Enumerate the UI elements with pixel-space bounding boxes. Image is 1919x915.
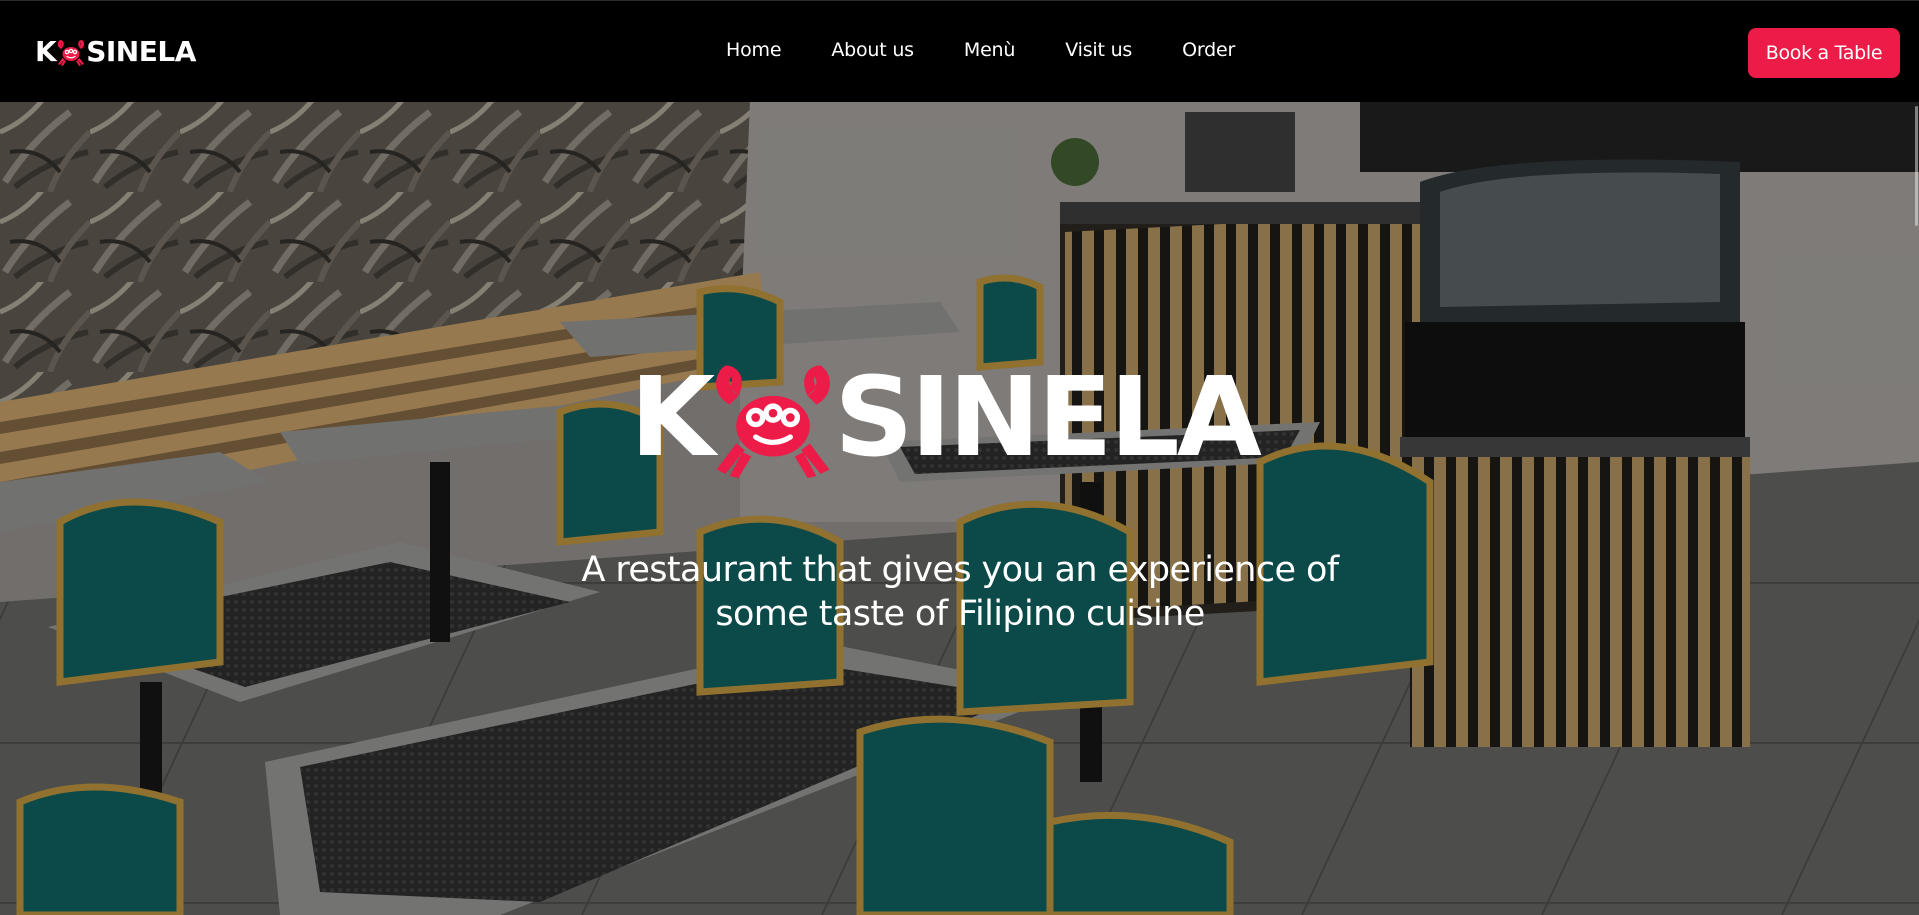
nav-menu[interactable]: Menù xyxy=(964,39,1016,62)
nav-order[interactable]: Order xyxy=(1182,39,1235,62)
hero-section: K SINELA A restaurant that gives you an … xyxy=(0,102,1919,915)
hero-tagline-line-1: A restaurant that gives you an experienc… xyxy=(581,550,1339,590)
nav-visit-us[interactable]: Visit us xyxy=(1065,39,1132,62)
nav-about-us[interactable]: About us xyxy=(831,39,914,62)
nav-home[interactable]: Home xyxy=(726,39,782,62)
crab-icon xyxy=(716,365,831,478)
crab-icon xyxy=(58,40,85,66)
hero-logo-letters-sinela: SINELA xyxy=(834,353,1262,481)
brand-logo[interactable]: K SINELA xyxy=(35,34,196,70)
main-nav: Home About us Menù Visit us Order xyxy=(726,39,1235,62)
hero-tagline-line-2: some taste of Filipino cuisine xyxy=(715,594,1205,634)
brand-letter-k: K xyxy=(35,35,57,68)
book-a-table-button[interactable]: Book a Table xyxy=(1748,28,1900,78)
hero-logo-letter-k: K xyxy=(630,353,715,481)
page-scrollbar[interactable] xyxy=(1913,102,1919,915)
hero-overlay xyxy=(0,102,1919,915)
brand-letters-sinela: SINELA xyxy=(86,35,196,68)
hero-tagline: A restaurant that gives you an experienc… xyxy=(560,548,1360,636)
site-header: K SINELA Home About us Menù Visit us Ord… xyxy=(0,0,1919,102)
hero-logo: K SINELA xyxy=(630,352,1290,482)
page: K SINELA Home About us Menù Visit us Ord… xyxy=(0,0,1919,915)
scrollbar-thumb[interactable] xyxy=(1915,106,1918,226)
